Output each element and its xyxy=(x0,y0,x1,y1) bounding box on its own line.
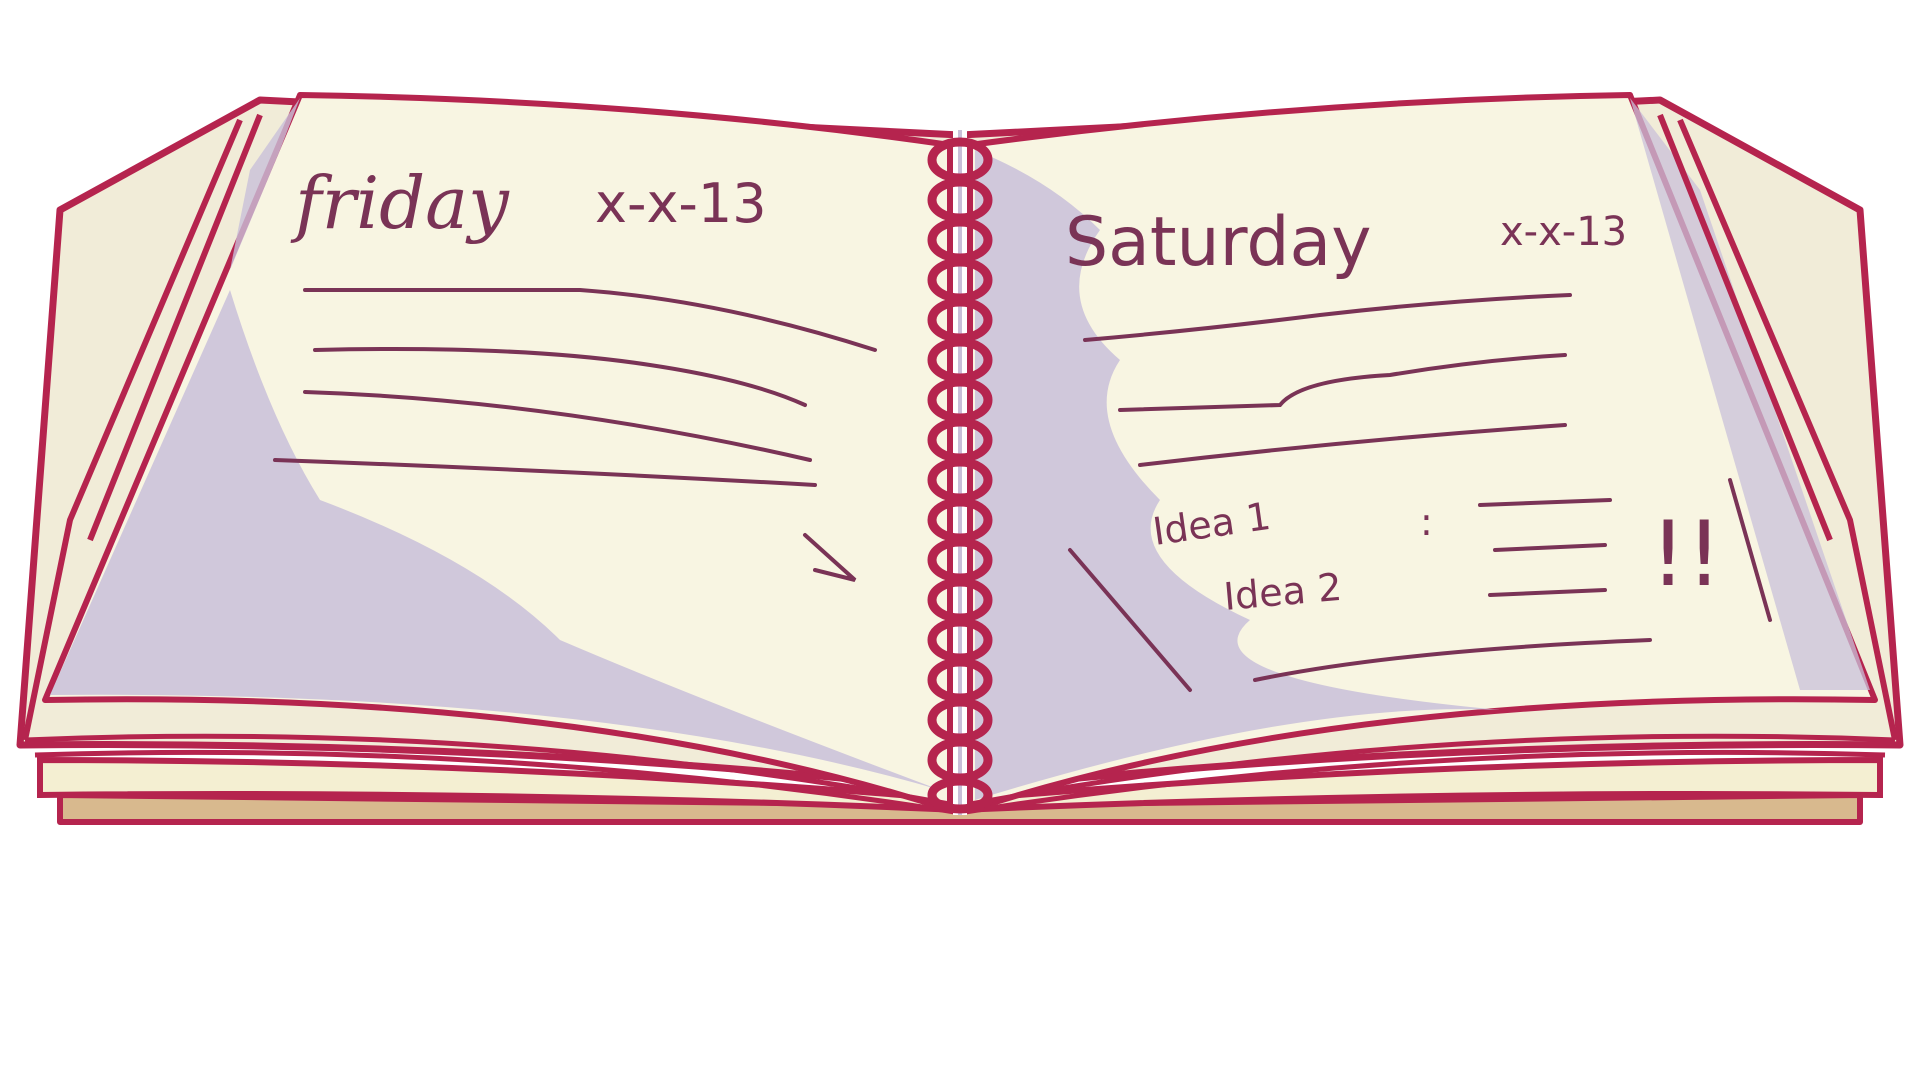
idea-separator: : xyxy=(1420,500,1433,544)
right-page-date: x-x-13 xyxy=(1500,209,1627,255)
left-page-date: x-x-13 xyxy=(595,172,767,235)
exclamation-marks: !! xyxy=(1650,502,1722,607)
open-notebook-drawing: friday x-x-13 Saturday x-x-13 Idea 1 : I… xyxy=(16,92,1904,825)
right-page-day: Saturday xyxy=(1065,203,1371,282)
left-page-day: friday xyxy=(290,161,510,245)
notebook-illustration: friday x-x-13 Saturday x-x-13 Idea 1 : I… xyxy=(0,0,1920,1080)
